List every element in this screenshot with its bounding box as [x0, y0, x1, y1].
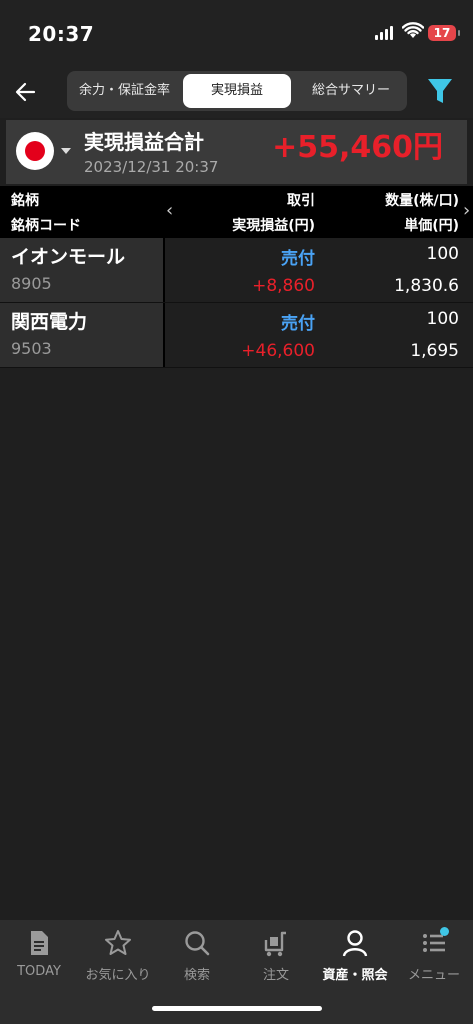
trade-type: 売付 — [281, 249, 315, 269]
notification-dot — [440, 927, 449, 936]
tab-order[interactable]: 注文 — [237, 928, 315, 994]
summary-title: 実現損益合計 — [84, 130, 204, 154]
quantity: 100 — [426, 244, 459, 264]
top-nav: 余力・保証金率 実現損益 総合サマリー — [0, 68, 473, 118]
chevron-right-icon[interactable]: › — [463, 200, 470, 221]
unit-price: 1,830.6 — [394, 276, 459, 296]
table-header: 銘柄 銘柄コード ‹ 取引 実現損益(円) 数量(株/口) 単価(円) › — [0, 186, 473, 238]
header-realized-pl: 実現損益(円) — [232, 218, 315, 234]
tab-realized-pl[interactable]: 実現損益 — [183, 74, 291, 108]
cellular-signal-icon — [375, 26, 393, 40]
chevron-left-icon[interactable]: ‹ — [166, 200, 173, 221]
tab-margin-rate[interactable]: 余力・保証金率 — [67, 71, 182, 111]
search-icon — [185, 931, 210, 956]
status-time: 20:37 — [28, 22, 95, 46]
header-name: 銘柄 — [11, 193, 39, 209]
header-unit-price: 単価(円) — [404, 218, 459, 234]
trade-type: 売付 — [281, 314, 315, 334]
star-icon — [105, 930, 131, 955]
table-row[interactable]: イオンモール 8905 売付 +8,860 100 1,830.6 — [0, 238, 473, 302]
stock-code: 8905 — [11, 274, 52, 293]
header-code: 銘柄コード — [11, 218, 81, 234]
stock-name: 関西電力 — [11, 311, 88, 333]
unit-price: 1,695 — [410, 341, 459, 361]
home-indicator[interactable] — [152, 1006, 322, 1011]
stock-name: イオンモール — [11, 246, 126, 268]
quantity: 100 — [426, 309, 459, 329]
summary-total-value: +55,460円 — [272, 130, 443, 165]
japan-flag-icon[interactable] — [16, 132, 54, 170]
wifi-icon — [402, 22, 424, 38]
tab-favorites[interactable]: お気に入り — [79, 928, 157, 994]
tab-menu[interactable]: メニュー — [395, 928, 473, 994]
filter-icon[interactable] — [426, 76, 454, 106]
chevron-down-icon[interactable] — [61, 148, 71, 154]
status-bar: 20:37 17 — [0, 0, 473, 68]
cart-icon — [264, 931, 286, 957]
realized-pl: +46,600 — [241, 341, 315, 361]
realized-pl-summary: 実現損益合計 2023/12/31 20:37 +55,460円 — [6, 120, 467, 184]
summary-datetime: 2023/12/31 20:37 — [84, 158, 219, 176]
stock-code: 9503 — [11, 339, 52, 358]
back-arrow-icon[interactable] — [12, 78, 40, 106]
battery-icon: 17 — [428, 25, 460, 41]
document-icon — [31, 931, 48, 955]
tab-search[interactable]: 検索 — [158, 928, 236, 994]
header-trade: 取引 — [287, 193, 315, 209]
tab-assets[interactable]: 資産・照会 — [316, 928, 394, 994]
realized-pl: +8,860 — [252, 276, 315, 296]
header-quantity: 数量(株/口) — [385, 193, 459, 209]
segmented-control: 余力・保証金率 実現損益 総合サマリー — [67, 71, 407, 111]
table-row[interactable]: 関西電力 9503 売付 +46,600 100 1,695 — [0, 303, 473, 367]
tab-today[interactable]: TODAY — [0, 928, 78, 994]
person-icon — [342, 930, 368, 957]
tab-total-summary[interactable]: 総合サマリー — [295, 71, 407, 111]
